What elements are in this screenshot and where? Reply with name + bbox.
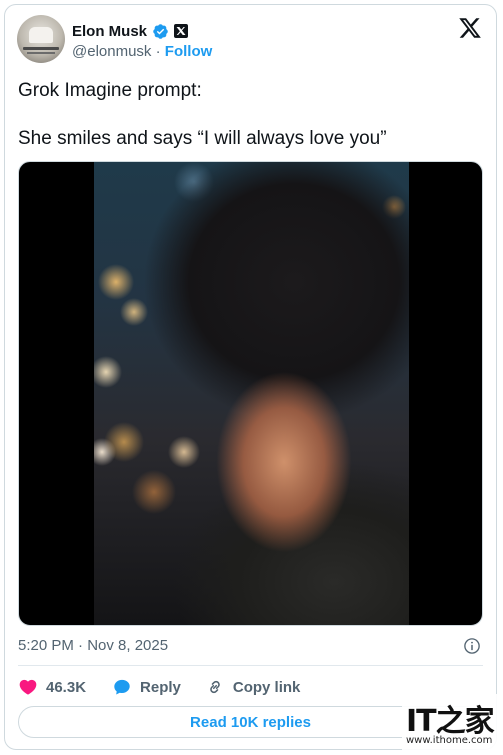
author-name[interactable]: Elon Musk [72,23,147,40]
tweet-timestamp[interactable]: 5:20 PM · Nov 8, 2025 [18,637,168,654]
author-handle[interactable]: @elonmusk [72,43,151,60]
reply-bubble-icon [114,679,130,695]
avatar-decor-band [23,47,59,50]
avatar-decor-top [29,27,53,43]
handle-separator: · [151,43,165,60]
like-button[interactable]: 46.3K [18,677,86,697]
tweet-text-line-2: She smiles and says “I will always love … [18,128,387,149]
heart-icon [19,679,37,695]
ithome-watermark: IT之家 www.ithome.com [402,694,498,752]
copy-link-button[interactable]: Copy link [205,677,301,697]
divider [18,665,483,666]
x-affiliate-badge-icon [174,24,189,38]
author-name-row: Elon Musk [72,21,189,41]
avatar-decor-band-2 [27,52,55,54]
like-count: 46.3K [46,678,87,696]
copy-link-label: Copy link [232,678,301,696]
link-icon [210,680,220,694]
watermark-url: www.ithome.com [406,735,493,746]
tweet-actions: 46.3K Reply Copy link [18,676,300,698]
reply-label: Reply [140,678,181,696]
author-handle-row: @elonmusk · Follow [72,43,212,60]
verified-badge-icon [153,23,168,39]
watermark-logo: IT之家 [406,704,495,739]
reply-button[interactable]: Reply [112,677,181,697]
avatar[interactable] [17,15,65,63]
tweet-media[interactable] [18,161,483,626]
info-icon[interactable] [463,637,481,655]
tweet-photo [94,162,409,625]
tweet-meta-row: 5:20 PM · Nov 8, 2025 [18,637,483,657]
x-logo-icon[interactable] [457,16,483,40]
follow-button[interactable]: Follow [165,43,213,60]
tweet-text-line-1: Grok Imagine prompt: [18,80,202,101]
